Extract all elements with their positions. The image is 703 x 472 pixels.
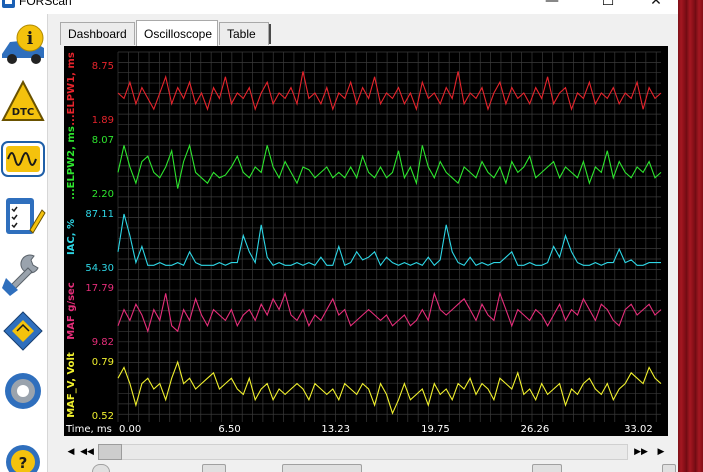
time-tick-label: 19.75: [421, 424, 450, 435]
dtc-icon-glyph: DTC: [12, 107, 34, 118]
forscan-app-icon: [2, 0, 15, 8]
time-axis-label: Time, ms: [65, 424, 112, 435]
help-icon: ?: [6, 445, 40, 472]
dtc-icon: DTC: [1, 79, 45, 121]
help-icon-glyph: ?: [19, 454, 28, 472]
desktop-background-strip: [678, 0, 703, 472]
channel-label: ...ELPW2, ms: [66, 126, 77, 200]
scroll-prev-button[interactable]: ◀: [64, 445, 78, 459]
info-icon: i: [2, 24, 44, 64]
scroll-last-button[interactable]: ▶▶: [634, 445, 648, 459]
channel-min-value: 9.82: [92, 337, 114, 348]
scroll-next-button[interactable]: ▶: [654, 445, 668, 459]
title-bar: FORScan — ☐ ✕: [0, 0, 678, 14]
oscilloscope-plot: ...ELPW1, ms 8.75 1.89 ...ELPW2, ms 8.07 2.20…: [65, 51, 662, 435]
info-icon-glyph: i: [27, 29, 34, 49]
tab-oscilloscope[interactable]: Oscilloscope: [136, 20, 218, 46]
channel-min-value: 0.52: [92, 411, 114, 422]
channel-trace: [117, 213, 661, 267]
sidebar-item-tests[interactable]: [0, 190, 46, 244]
sidebar-item-info[interactable]: i: [0, 16, 46, 70]
time-tick-label: 6.50: [218, 424, 240, 435]
oscilloscope-panel[interactable]: ...ELPW1, ms 8.75 1.89 ...ELPW2, ms 8.07 2.20…: [64, 46, 668, 436]
minimize-button[interactable]: —: [532, 0, 572, 12]
channel-max-value: 8.07: [92, 135, 114, 146]
checklist-icon: [6, 198, 46, 234]
sidebar-item-configuration[interactable]: [0, 306, 46, 360]
bottom-toolbar: [62, 464, 678, 472]
channel-max-value: 17.79: [85, 283, 114, 294]
channel-max-value: 0.79: [92, 357, 114, 368]
scroll-first-button[interactable]: ◀◀: [80, 445, 94, 459]
channel-trace: [117, 143, 662, 189]
chip-icon: [3, 311, 43, 351]
tab-table[interactable]: Table: [219, 22, 269, 45]
sidebar-item-help[interactable]: ?: [0, 434, 46, 472]
channel-min-value: 54.30: [85, 263, 114, 274]
oscilloscope-icon: [1, 141, 45, 177]
toolbar-button-2[interactable]: [532, 464, 562, 472]
wrench-icon: [2, 254, 39, 296]
scroll-track[interactable]: [98, 444, 628, 460]
window-title: FORScan: [19, 0, 72, 8]
sidebar-item-service[interactable]: [0, 248, 46, 302]
toolbar-button-3[interactable]: [662, 464, 676, 472]
maximize-button[interactable]: ☐: [588, 0, 628, 12]
toolbar-field[interactable]: [282, 464, 362, 472]
channel-trace: [117, 291, 662, 334]
close-button[interactable]: ✕: [636, 0, 676, 12]
tab-dashboard[interactable]: Dashboard: [60, 22, 135, 45]
sidebar-item-oscilloscope[interactable]: [0, 132, 46, 186]
sidebar-item-dtc[interactable]: DTC: [0, 74, 46, 128]
channel-max-value: 8.75: [92, 61, 114, 72]
time-tick-label: 0.00: [119, 424, 141, 435]
channel-label: MAF_V, Volt: [66, 352, 77, 418]
time-tick-label: 13.23: [321, 424, 350, 435]
channel-min-value: 2.20: [92, 189, 114, 200]
time-tick-label: 26.26: [521, 424, 550, 435]
toolbar-button-1[interactable]: [202, 464, 226, 472]
time-tick-label: 33.02: [624, 424, 653, 435]
channel-label: ...ELPW1, ms: [66, 52, 77, 126]
sidebar-item-settings[interactable]: [0, 364, 46, 418]
gear-icon: [5, 373, 41, 409]
scroll-thumb[interactable]: [98, 444, 122, 460]
time-scrollbar[interactable]: ◀ ◀◀ ▶▶ ▶: [62, 443, 670, 461]
tab-separator: [269, 24, 271, 44]
channel-label: MAF g/sec: [66, 282, 77, 340]
channel-label: IAC, %: [66, 219, 77, 255]
sidebar: i DTC ?: [0, 14, 48, 472]
channel-max-value: 87.11: [85, 209, 114, 220]
channel-trace: [117, 360, 662, 415]
toolbar-record-button[interactable]: [92, 464, 110, 472]
channel-min-value: 1.89: [92, 115, 114, 126]
